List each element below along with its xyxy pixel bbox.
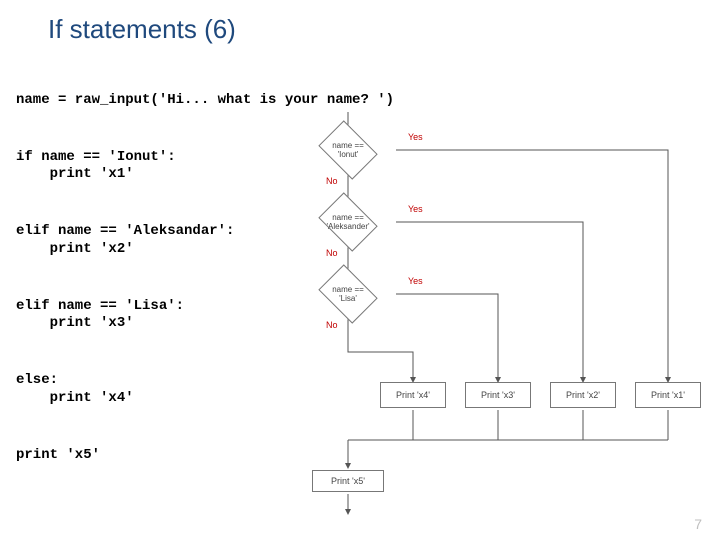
decision-lisa: name == 'Lisa' <box>324 276 372 312</box>
code-line: elif name == 'Lisa': <box>16 298 184 314</box>
code-line: name = raw_input('Hi... what is your nam… <box>16 92 394 108</box>
decision-ionut: name == 'Ionut' <box>324 132 372 168</box>
yes-label: Yes <box>408 276 423 286</box>
yes-label: Yes <box>408 132 423 142</box>
decision-label: name == 'Ionut' <box>324 141 372 159</box>
code-line: print 'x2' <box>16 241 134 257</box>
no-label: No <box>326 176 338 186</box>
page-title: If statements (6) <box>0 0 720 45</box>
process-print-x1: Print 'x1' <box>635 382 701 408</box>
yes-label: Yes <box>408 204 423 214</box>
page-number: 7 <box>694 516 702 532</box>
no-label: No <box>326 320 338 330</box>
no-label: No <box>326 248 338 258</box>
code-line: print 'x5' <box>16 447 100 463</box>
decision-aleksandar: name == 'Aleksander' <box>324 204 372 240</box>
process-print-x5: Print 'x5' <box>312 470 384 492</box>
code-line: print 'x3' <box>16 315 134 331</box>
decision-label: name == 'Lisa' <box>324 285 372 303</box>
flowchart: name == 'Ionut' Yes No name == 'Aleksand… <box>288 122 708 522</box>
code-line: if name == 'Ionut': <box>16 149 176 165</box>
code-line: print 'x1' <box>16 166 134 182</box>
code-line: print 'x4' <box>16 390 134 406</box>
process-print-x2: Print 'x2' <box>550 382 616 408</box>
decision-label: name == 'Aleksander' <box>324 213 372 231</box>
process-print-x4: Print 'x4' <box>380 382 446 408</box>
code-line: elif name == 'Aleksandar': <box>16 223 234 239</box>
code-line: else: <box>16 372 58 388</box>
process-print-x3: Print 'x3' <box>465 382 531 408</box>
